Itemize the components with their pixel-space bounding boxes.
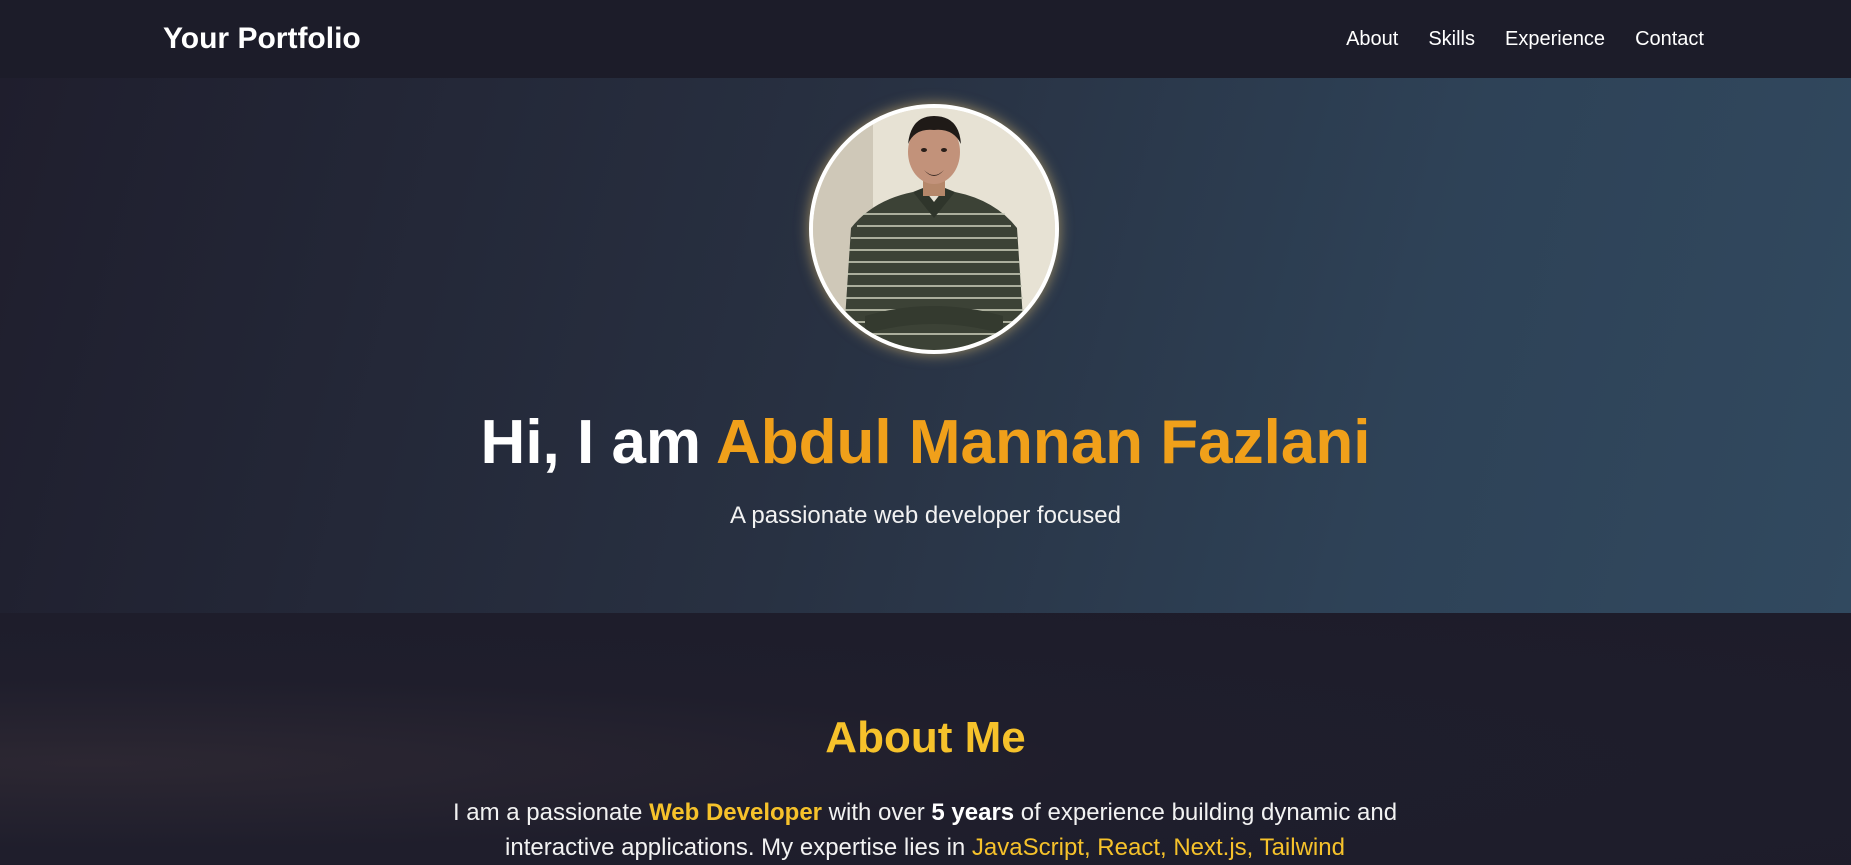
hero-title: Hi, I am Abdul Mannan Fazlani: [0, 412, 1851, 474]
about-text-intro: I am a passionate: [452, 799, 650, 826]
top-navbar: Your Portfolio About Skills Experience C…: [0, 0, 1851, 78]
about-paragraph: I am a passionate Web Developer with ove…: [450, 795, 1400, 865]
nav-link-about[interactable]: About: [1346, 28, 1398, 51]
nav-links: About Skills Experience Contact: [1346, 28, 1704, 51]
nav-link-skills[interactable]: Skills: [1428, 28, 1475, 51]
about-title: About Me: [825, 713, 1026, 762]
about-years-highlight: 5 years: [931, 799, 1015, 826]
hero-subtitle: A passionate web developer focused: [730, 502, 1121, 529]
hero-section: Hi, I am Abdul Mannan Fazlani A passiona…: [0, 78, 1851, 613]
avatar: [809, 104, 1059, 354]
brand-logo-text[interactable]: Your Portfolio: [163, 22, 361, 56]
about-role-highlight: Web Developer: [649, 799, 823, 826]
hero-name: Abdul Mannan Fazlani: [715, 408, 1371, 477]
about-text-with: with over: [822, 799, 932, 826]
nav-link-contact[interactable]: Contact: [1635, 28, 1704, 51]
about-tech-highlight: JavaScript, React, Next.js, Tailwind: [971, 834, 1345, 861]
about-section: About Me I am a passionate Web Developer…: [0, 613, 1851, 864]
nav-link-experience[interactable]: Experience: [1505, 28, 1605, 51]
profile-photo-icon: [813, 108, 1055, 350]
hero-greeting: Hi, I am: [480, 408, 716, 477]
